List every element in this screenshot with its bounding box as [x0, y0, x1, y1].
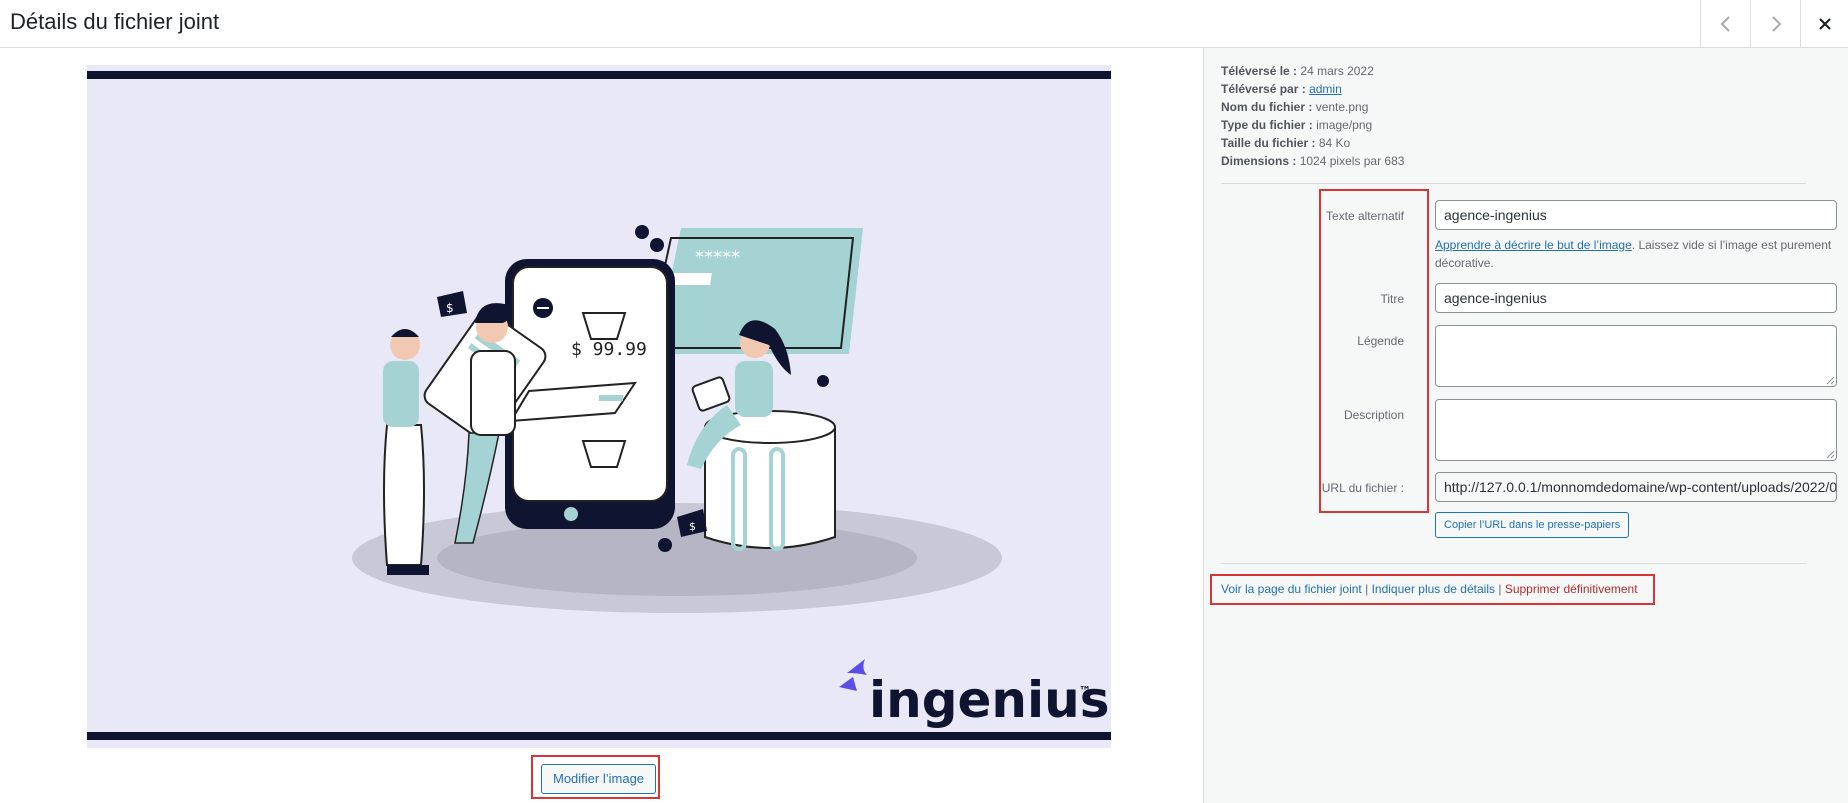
uploaded-by: Téléversé par : admin	[1221, 82, 1342, 96]
price-text: $ 99.99	[571, 339, 647, 360]
edit-image-button[interactable]: Modifier l’image	[541, 764, 657, 794]
next-button[interactable]	[1750, 0, 1800, 47]
divider	[1221, 183, 1806, 184]
divider	[1221, 563, 1806, 564]
image-preview-panel: ***** $ 99.99 $ $ ingenius ™ Modifier l’…	[0, 48, 1203, 803]
title-input[interactable]: agence-ingenius	[1435, 283, 1837, 313]
attachment-actions: Voir la page du fichier joint | Indiquer…	[1221, 582, 1638, 596]
chevron-left-icon	[1720, 15, 1730, 32]
svg-text:™: ™	[1079, 684, 1091, 698]
description-textarea[interactable]	[1435, 399, 1837, 461]
view-attachment-page-link[interactable]: Voir la page du fichier joint	[1221, 582, 1362, 596]
uploaded-by-link[interactable]: admin	[1309, 82, 1342, 96]
attachment-info-panel: Téléversé le : 24 mars 2022 Téléversé pa…	[1203, 48, 1848, 803]
attachment-details-modal: Détails du fichier joint ***** $ 99.99 $…	[0, 0, 1848, 803]
file-dimensions: Dimensions : 1024 pixels par 683	[1221, 154, 1405, 168]
svg-text:$: $	[446, 301, 454, 315]
alt-text-help: Apprendre à décrire le but de l’image. L…	[1435, 238, 1832, 270]
close-icon	[1818, 17, 1831, 30]
copy-url-button[interactable]: Copier l’URL dans le presse-papiers	[1435, 512, 1630, 538]
resize-grip-icon[interactable]	[1825, 449, 1835, 459]
caption-label: Légende	[1357, 334, 1404, 348]
alt-text-label: Texte alternatif	[1325, 209, 1404, 223]
modal-title: Détails du fichier joint	[10, 9, 220, 34]
edit-more-details-link[interactable]: Indiquer plus de détails	[1372, 582, 1495, 596]
alt-text-input[interactable]: agence-ingenius	[1435, 200, 1837, 230]
uploaded-on: Téléversé le : 24 mars 2022	[1221, 64, 1374, 78]
file-type: Type du fichier : image/png	[1221, 118, 1373, 132]
file-url-label: URL du fichier :	[1321, 481, 1404, 495]
attachment-image: ***** $ 99.99 $ $ ingenius ™	[87, 65, 1111, 748]
close-button[interactable]	[1800, 0, 1848, 47]
highlight-field-labels	[1319, 189, 1429, 513]
file-size: Taille du fichier : 84 Ko	[1221, 136, 1351, 150]
caption-textarea[interactable]	[1435, 325, 1837, 387]
modal-header: Détails du fichier joint	[0, 0, 1848, 48]
previous-button[interactable]	[1700, 0, 1750, 47]
resize-grip-icon[interactable]	[1825, 375, 1835, 385]
chevron-right-icon	[1771, 15, 1781, 32]
title-label: Titre	[1380, 292, 1404, 306]
svg-text:$: $	[689, 520, 696, 533]
file-url-input[interactable]: http://127.0.0.1/monnomdedomaine/wp-cont…	[1435, 472, 1837, 502]
delete-permanently-link[interactable]: Supprimer définitivement	[1505, 582, 1638, 596]
file-name: Nom du fichier : vente.png	[1221, 100, 1369, 114]
alt-text-help-link[interactable]: Apprendre à décrire le but de l’image	[1435, 238, 1632, 252]
ecommerce-illustration: ***** $ 99.99 $ $ ingenius ™	[87, 65, 1111, 748]
description-label: Description	[1343, 408, 1404, 422]
card-stars: *****	[695, 247, 740, 268]
file-details: Téléversé le : 24 mars 2022 Téléversé pa…	[1221, 62, 1404, 170]
brand-text: ingenius	[869, 671, 1110, 729]
